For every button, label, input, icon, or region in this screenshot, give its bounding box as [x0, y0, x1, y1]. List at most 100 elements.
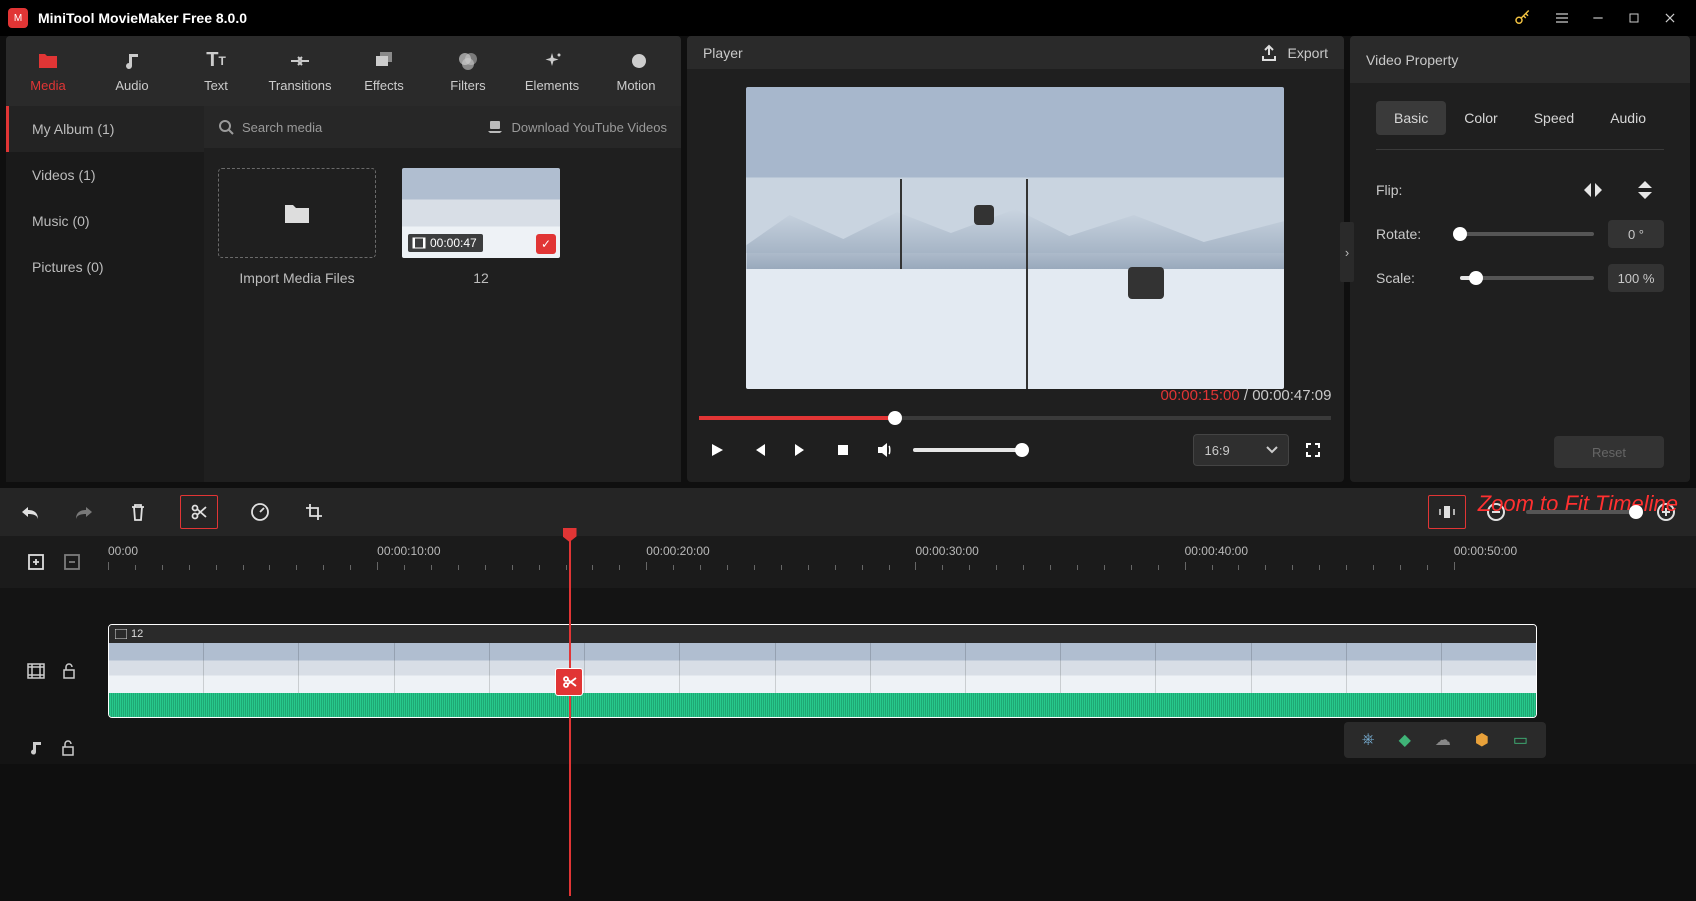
sparkle-icon — [542, 50, 562, 72]
player-title: Player — [703, 45, 743, 61]
tray-icon[interactable]: ◆ — [1399, 730, 1411, 750]
scale-value[interactable]: 100 % — [1608, 264, 1664, 292]
delete-button[interactable] — [126, 500, 150, 524]
video-track-lock-icon[interactable] — [57, 659, 81, 683]
collapse-tracks-button[interactable] — [60, 550, 84, 574]
album-videos[interactable]: Videos (1) — [6, 152, 204, 198]
flip-vertical-button[interactable] — [1626, 175, 1664, 205]
zoom-to-fit-button[interactable] — [1428, 495, 1466, 529]
next-frame-button[interactable] — [783, 432, 819, 468]
close-button[interactable] — [1652, 0, 1688, 36]
upgrade-key-icon[interactable] — [1504, 0, 1540, 36]
zoom-out-button[interactable] — [1484, 500, 1508, 524]
ptab-basic[interactable]: Basic — [1376, 101, 1446, 135]
maximize-button[interactable] — [1616, 0, 1652, 36]
check-icon: ✓ — [536, 234, 556, 254]
app-title: MiniTool MovieMaker Free 8.0.0 — [38, 10, 247, 26]
import-media-button[interactable] — [218, 168, 376, 258]
play-button[interactable] — [699, 432, 735, 468]
motion-icon — [625, 50, 647, 72]
tab-text[interactable]: TT Text — [174, 36, 258, 106]
flip-horizontal-button[interactable] — [1574, 175, 1612, 205]
audio-track-lock-icon[interactable] — [56, 736, 80, 760]
folder-plus-icon — [283, 201, 311, 225]
split-button[interactable] — [180, 495, 218, 529]
volume-icon[interactable] — [867, 432, 903, 468]
tab-audio[interactable]: Audio — [90, 36, 174, 106]
tray-icon[interactable]: ☁ — [1435, 730, 1451, 750]
search-input[interactable]: Search media — [242, 120, 322, 135]
scrub-bar[interactable] — [699, 410, 1331, 426]
fullscreen-button[interactable] — [1295, 432, 1331, 468]
timeline-clip[interactable]: 12 — [108, 624, 1537, 718]
export-button[interactable]: Export — [1260, 44, 1328, 62]
effects-icon — [374, 50, 394, 72]
video-track-icon — [27, 663, 45, 679]
expand-tracks-button[interactable] — [24, 550, 48, 574]
tab-media[interactable]: Media — [6, 36, 90, 106]
tab-elements[interactable]: Elements — [510, 36, 594, 106]
prev-frame-button[interactable] — [741, 432, 777, 468]
timeline-toolbar — [0, 488, 1696, 536]
reset-button[interactable]: Reset — [1554, 436, 1664, 468]
clip-name: 12 — [473, 270, 489, 286]
album-sidebar: My Album (1) Videos (1) Music (0) Pictur… — [6, 106, 204, 482]
tray-icon[interactable]: ⎈ — [1362, 731, 1375, 749]
app-logo: M — [8, 8, 28, 28]
filmstrip-icon — [115, 629, 127, 639]
search-icon — [218, 119, 234, 135]
volume-slider[interactable] — [913, 448, 1023, 452]
crop-button[interactable] — [302, 500, 326, 524]
filmstrip-icon — [412, 237, 426, 249]
scissors-icon[interactable] — [555, 668, 583, 696]
tab-effects[interactable]: Effects — [342, 36, 426, 106]
system-tray: ⎈ ◆ ☁ ⬢ ▭ — [1344, 722, 1546, 758]
album-music[interactable]: Music (0) — [6, 198, 204, 244]
tray-icon[interactable]: ▭ — [1513, 730, 1528, 750]
aspect-ratio-select[interactable]: 16:9 — [1193, 434, 1289, 466]
tab-filters[interactable]: Filters — [426, 36, 510, 106]
panel-collapse-button[interactable]: › — [1340, 222, 1354, 282]
download-youtube-button[interactable]: Download YouTube Videos — [486, 120, 667, 135]
media-panel: Media Audio TT Text Transitions Effects … — [6, 36, 681, 482]
speed-button[interactable] — [248, 500, 272, 524]
flip-label: Flip: — [1376, 182, 1460, 198]
tray-icon[interactable]: ⬢ — [1475, 730, 1489, 750]
video-preview[interactable] — [746, 87, 1284, 389]
redo-button[interactable] — [72, 500, 96, 524]
rotate-slider[interactable] — [1460, 232, 1594, 236]
playhead[interactable] — [569, 536, 571, 896]
stop-button[interactable] — [825, 432, 861, 468]
transition-icon — [289, 50, 311, 72]
music-note-icon — [122, 50, 142, 72]
time-ruler[interactable]: 00:0000:00:10:0000:00:20:0000:00:30:0000… — [108, 536, 1696, 588]
zoom-slider[interactable] — [1526, 510, 1636, 514]
player-panel: Player Export 00:00:15:00 / 00:00:47:09 — [687, 36, 1344, 482]
text-icon: TT — [206, 50, 226, 72]
scale-slider[interactable] — [1460, 276, 1594, 280]
zoom-in-button[interactable] — [1654, 500, 1678, 524]
clip-duration: 00:00:47 — [430, 236, 477, 250]
album-pictures[interactable]: Pictures (0) — [6, 244, 204, 290]
rotate-label: Rotate: — [1376, 226, 1460, 242]
export-icon — [1260, 44, 1278, 62]
rotate-value[interactable]: 0 ° — [1608, 220, 1664, 248]
scale-label: Scale: — [1376, 270, 1460, 286]
property-tabs: Basic Color Speed Audio — [1376, 101, 1664, 135]
tab-motion[interactable]: Motion — [594, 36, 678, 106]
album-my-album[interactable]: My Album (1) — [6, 106, 204, 152]
ptab-audio[interactable]: Audio — [1592, 101, 1664, 135]
property-title: Video Property — [1366, 52, 1458, 68]
ptab-speed[interactable]: Speed — [1516, 101, 1592, 135]
hamburger-menu-icon[interactable] — [1544, 0, 1580, 36]
media-clip-thumbnail[interactable]: 00:00:47 ✓ — [402, 168, 560, 258]
time-display: 00:00:15:00 / 00:00:47:09 — [699, 387, 1331, 404]
minimize-button[interactable] — [1580, 0, 1616, 36]
timeline: 00:0000:00:10:0000:00:20:0000:00:30:0000… — [0, 482, 1696, 764]
titlebar: M MiniTool MovieMaker Free 8.0.0 — [0, 0, 1696, 36]
ptab-color[interactable]: Color — [1446, 101, 1515, 135]
undo-button[interactable] — [18, 500, 42, 524]
tab-transitions[interactable]: Transitions — [258, 36, 342, 106]
property-panel: › Video Property Basic Color Speed Audio… — [1350, 36, 1690, 482]
import-label: Import Media Files — [239, 270, 354, 286]
